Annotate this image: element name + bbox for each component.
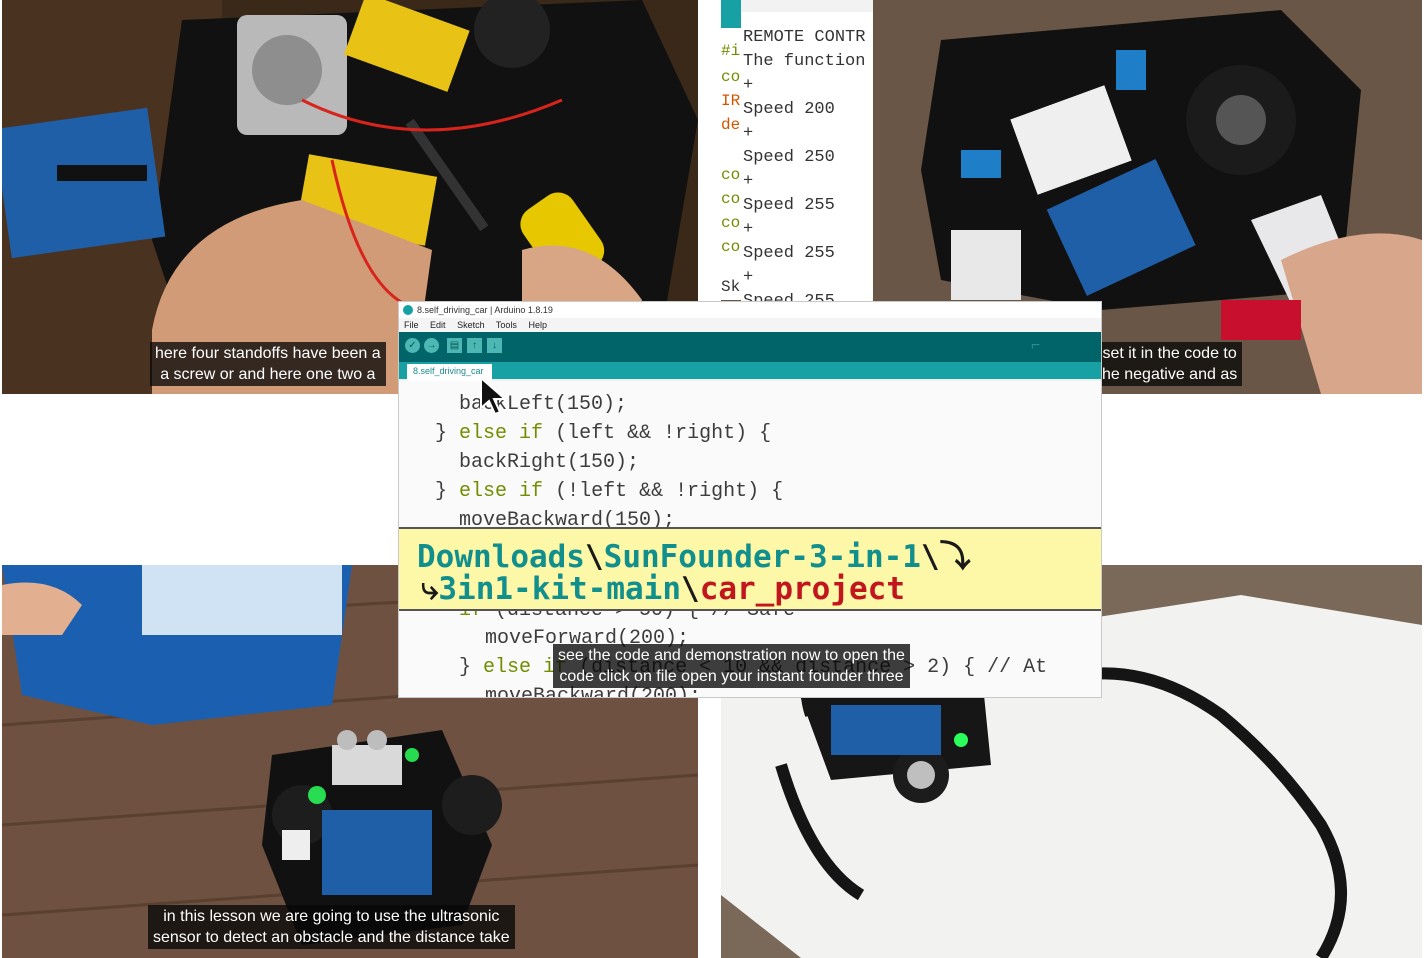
path-separator: \	[584, 539, 604, 575]
serial-line: Speed 255	[743, 196, 835, 215]
caption-line: a screw or and here one two a	[160, 366, 376, 383]
serial-line: REMOTE CONTR	[743, 28, 866, 47]
serial-line: Speed 200	[743, 100, 835, 119]
menu-file[interactable]: File	[404, 320, 419, 330]
code-line: Sk	[721, 278, 741, 296]
mouse-cursor-icon	[480, 376, 507, 416]
serial-line: Speed 250	[743, 148, 835, 167]
code-line: } else if (!left && !right) {	[435, 480, 784, 503]
code-line: IR	[721, 92, 741, 110]
window-title: 8.self_driving_car | Arduino 1.8.19	[417, 305, 553, 315]
serial-line: +	[743, 76, 754, 95]
serial-line: The function	[743, 52, 866, 71]
path-line-1: Downloads\SunFounder-3-in-1\⤵	[417, 531, 971, 576]
arduino-ide-window: 8.self_driving_car | Arduino 1.8.19 File…	[399, 302, 1101, 697]
path-separator: \	[920, 539, 940, 575]
subtitle-caption: see the code and demonstration now to op…	[553, 644, 910, 688]
subtitle-caption: here four standoffs have been a a screw …	[150, 342, 386, 386]
code-line: co	[721, 190, 741, 208]
new-sketch-icon[interactable]: ▤	[447, 338, 462, 353]
upload-icon[interactable]: →	[424, 338, 439, 353]
arrow-return-icon: ⤷	[421, 571, 439, 607]
serial-line: Speed 255	[743, 244, 835, 263]
serial-line: +	[743, 268, 754, 287]
menu-edit[interactable]: Edit	[430, 320, 446, 330]
serial-line: +	[743, 220, 754, 239]
code-line: backRight(150);	[459, 451, 640, 474]
code-line: de	[721, 116, 741, 134]
menu-sketch[interactable]: Sketch	[457, 320, 485, 330]
code-line: co	[721, 68, 741, 86]
path-downloads: Downloads	[417, 539, 585, 575]
menu-tools[interactable]: Tools	[496, 320, 517, 330]
caption-line: set it in the code to	[1102, 345, 1237, 362]
serial-line: +	[743, 124, 754, 143]
subtitle-caption: in this lesson we are going to use the u…	[148, 905, 515, 949]
code-line: co	[721, 214, 741, 232]
open-sketch-icon[interactable]: ↑	[467, 338, 482, 353]
verify-icon[interactable]: ✓	[405, 338, 420, 353]
caption-line: sensor to detect an obstacle and the dis…	[153, 929, 510, 946]
save-sketch-icon[interactable]: ↓	[487, 338, 502, 353]
menu-bar: File Edit Sketch Tools Help	[399, 318, 1101, 332]
menu-help[interactable]: Help	[528, 320, 547, 330]
arrow-down-icon: ⤵	[939, 539, 971, 575]
path-car-project: car_project	[699, 571, 905, 607]
caption-line: in this lesson we are going to use the u…	[163, 908, 500, 925]
arduino-app-icon	[403, 305, 413, 315]
subtitle-caption: set it in the code to he negative and as	[1097, 342, 1243, 386]
path-kit-main: 3in1-kit-main	[438, 571, 682, 607]
code-line: #i	[721, 42, 741, 60]
serial-monitor: REMOTE CONTR The function + Speed 200 + …	[741, 12, 873, 312]
caption-line: here four standoffs have been a	[155, 345, 381, 362]
ide-toolbar: ✓ → ▤ ↑ ↓ ⌐	[399, 332, 1101, 362]
caption-line: he negative and as	[1102, 366, 1238, 383]
tab-label: 8.self_driving_car	[413, 366, 484, 376]
window-titlebar: 8.self_driving_car | Arduino 1.8.19	[399, 302, 1101, 318]
folder-path-banner: Downloads\SunFounder-3-in-1\⤵ ⤷3in1-kit-…	[399, 527, 1101, 611]
path-sunfounder: SunFounder-3-in-1	[603, 539, 921, 575]
path-line-2: ⤷3in1-kit-main\car_project	[421, 571, 905, 608]
channel-watermark-icon: ⌐	[1031, 337, 1041, 354]
code-line: co	[721, 238, 741, 256]
caption-line: see the code and demonstration now to op…	[558, 647, 905, 664]
code-line: } else if (left && !right) {	[435, 422, 772, 445]
caption-line: code click on file open your instant fou…	[559, 668, 904, 685]
path-separator: \	[681, 571, 700, 607]
side-code: #i co IR de co co co co Sk	[721, 28, 741, 300]
code-line: co	[721, 166, 741, 184]
serial-line: +	[743, 172, 754, 191]
code-line: if (distance > 50) { // Safe	[459, 611, 795, 622]
